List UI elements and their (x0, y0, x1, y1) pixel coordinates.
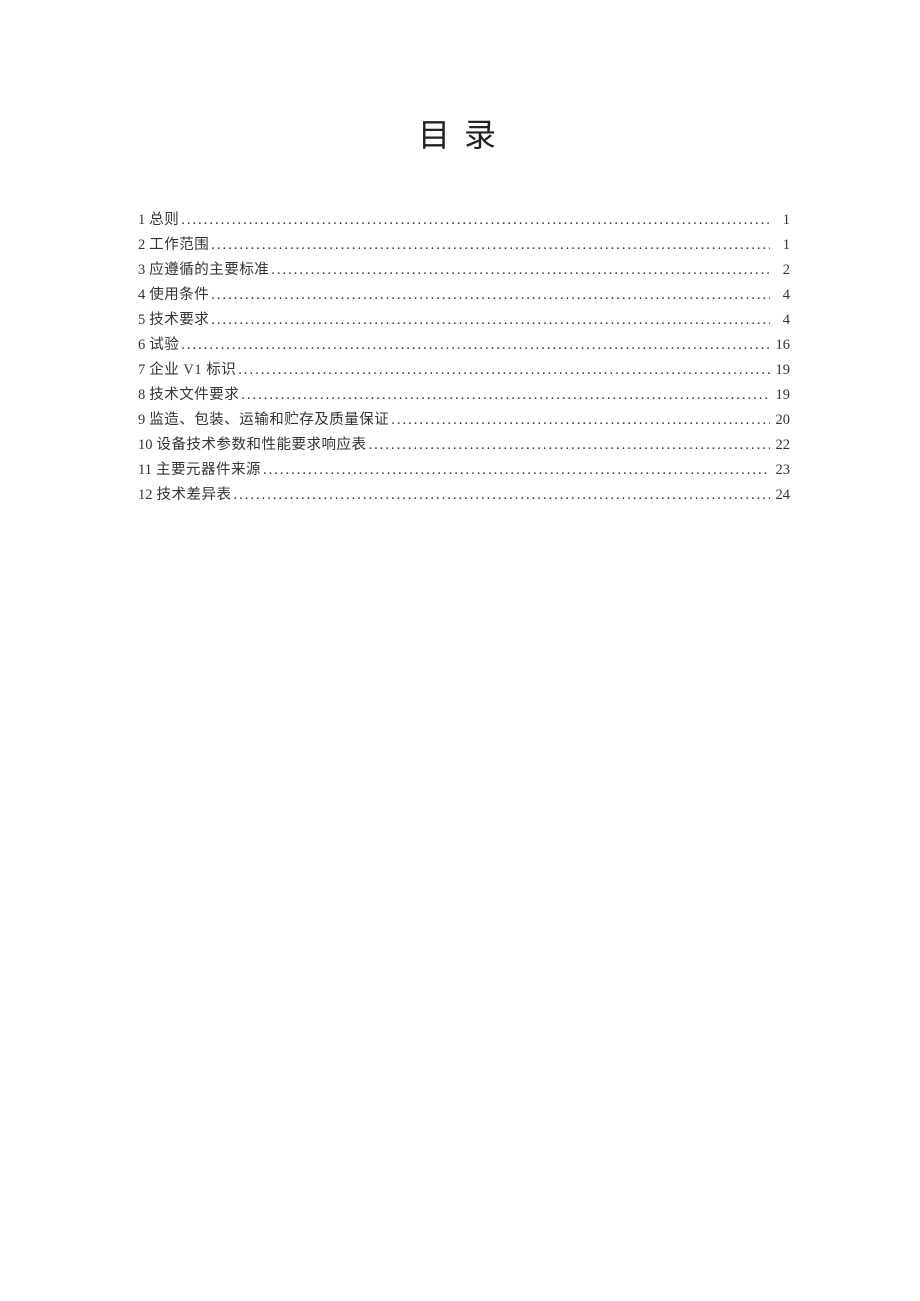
toc-entry: 5 技术要求 4 (138, 308, 790, 333)
toc-entry-text: 企业 V1 标识 (149, 358, 236, 383)
toc-entry: 3 应遵循的主要标准 2 (138, 258, 790, 283)
toc-entry-number: 10 (138, 433, 153, 458)
toc-leader (181, 208, 770, 233)
toc-leader (211, 283, 770, 308)
toc-leader (271, 258, 770, 283)
toc-leader (263, 458, 770, 483)
toc-entry-number: 4 (138, 283, 145, 308)
toc-entry-page: 22 (772, 433, 790, 458)
toc-leader (241, 383, 770, 408)
toc-entry-number: 11 (138, 458, 152, 483)
toc-entry-text: 技术要求 (149, 308, 209, 333)
toc-entry: 11 主要元器件来源 23 (138, 458, 790, 483)
toc-entry-page: 2 (772, 258, 790, 283)
toc-entry-text: 主要元器件来源 (156, 458, 261, 483)
toc-entry: 4 使用条件 4 (138, 283, 790, 308)
toc-entry-page: 1 (772, 208, 790, 233)
toc-entry-page: 19 (772, 358, 790, 383)
toc-entry-page: 4 (772, 308, 790, 333)
toc-leader (238, 358, 770, 383)
toc-entry-number: 8 (138, 383, 145, 408)
toc-entry-number: 9 (138, 408, 145, 433)
toc-leader (234, 483, 771, 508)
toc-leader (181, 333, 770, 358)
toc-entry-text: 技术文件要求 (149, 383, 239, 408)
toc-entry: 9 监造、包装、运输和贮存及质量保证 20 (138, 408, 790, 433)
toc-entry: 8 技术文件要求 19 (138, 383, 790, 408)
toc-entry-number: 1 (138, 208, 145, 233)
toc-leader (211, 308, 770, 333)
table-of-contents: 1 总则 1 2 工作范围 1 3 应遵循的主要标准 2 4 使用条件 4 5 … (138, 208, 790, 508)
toc-leader (391, 408, 770, 433)
toc-entry-text: 设备技术参数和性能要求响应表 (157, 433, 367, 458)
toc-entry-page: 4 (772, 283, 790, 308)
toc-entry-text: 工作范围 (149, 233, 209, 258)
toc-entry-number: 2 (138, 233, 145, 258)
toc-entry-text: 技术差异表 (157, 483, 232, 508)
toc-entry-number: 12 (138, 483, 153, 508)
toc-entry: 10 设备技术参数和性能要求响应表 22 (138, 433, 790, 458)
toc-entry-page: 19 (772, 383, 790, 408)
toc-entry: 12 技术差异表 24 (138, 483, 790, 508)
toc-entry-number: 5 (138, 308, 145, 333)
toc-entry-number: 6 (138, 333, 145, 358)
toc-leader (211, 233, 770, 258)
toc-entry-number: 3 (138, 258, 145, 283)
toc-entry-number: 7 (138, 358, 145, 383)
toc-leader (369, 433, 771, 458)
toc-entry-text: 试验 (149, 333, 179, 358)
toc-entry: 2 工作范围 1 (138, 233, 790, 258)
toc-entry-page: 23 (772, 458, 790, 483)
toc-entry-text: 应遵循的主要标准 (149, 258, 269, 283)
toc-entry: 1 总则 1 (138, 208, 790, 233)
toc-entry: 7 企业 V1 标识 19 (138, 358, 790, 383)
toc-entry-page: 24 (772, 483, 790, 508)
toc-entry-text: 总则 (149, 208, 179, 233)
toc-entry-page: 16 (772, 333, 790, 358)
toc-entry: 6 试验 16 (138, 333, 790, 358)
page-title: 目录 (138, 110, 790, 156)
toc-entry-page: 20 (772, 408, 790, 433)
toc-entry-page: 1 (772, 233, 790, 258)
toc-entry-text: 使用条件 (149, 283, 209, 308)
toc-entry-text: 监造、包装、运输和贮存及质量保证 (149, 408, 389, 433)
